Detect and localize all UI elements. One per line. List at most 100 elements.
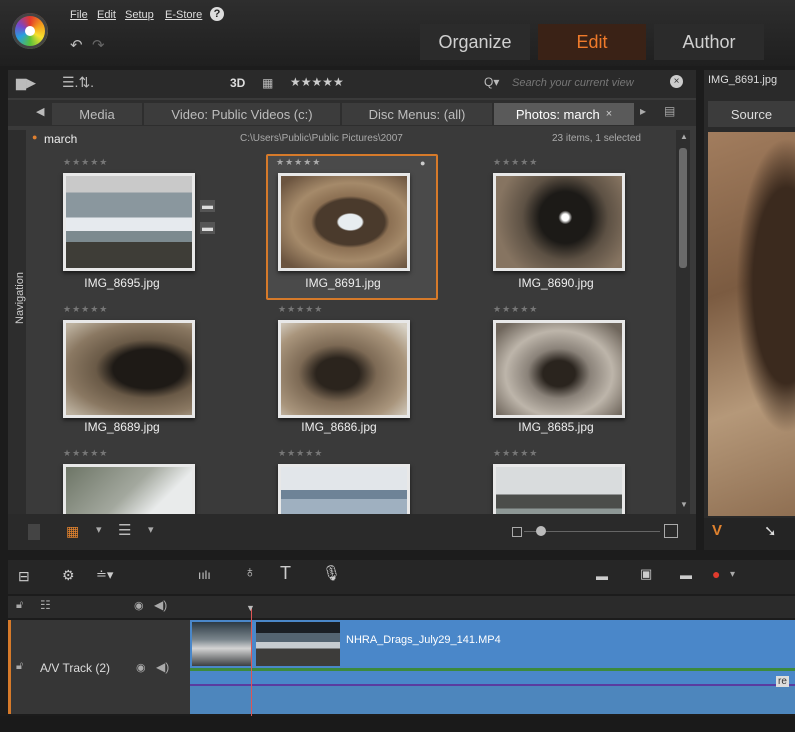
track-speaker-icon[interactable]: ◀) xyxy=(156,660,169,674)
photo-filename: IMG_8691.jpg xyxy=(305,276,381,290)
photo-filename: IMG_8685.jpg xyxy=(518,420,594,434)
rating-stars[interactable]: ★★★★★ xyxy=(276,157,321,168)
menu-setup[interactable]: Setup xyxy=(125,9,154,21)
timeline-ruler[interactable] xyxy=(8,596,795,618)
tab-menu-icon[interactable]: ▤ xyxy=(664,104,675,118)
photo-item[interactable]: ★★★★★ IMG_8685.jpg xyxy=(485,302,635,442)
snap-dropdown-icon[interactable]: ≐▾ xyxy=(96,567,113,583)
clear-search-icon[interactable]: × xyxy=(670,75,683,88)
bottom-strip xyxy=(0,716,795,732)
photo-thumbnail[interactable] xyxy=(63,320,195,418)
rating-stars[interactable]: ★★★★★ xyxy=(278,448,323,459)
title-text-icon[interactable]: T xyxy=(280,563,291,584)
photo-item[interactable]: ★★★★★ IMG_8690.jpg xyxy=(485,155,635,295)
photo-filename: IMG_8686.jpg xyxy=(301,420,377,434)
source-tab[interactable]: Source xyxy=(708,101,795,127)
redo-icon[interactable]: ↷ xyxy=(92,36,105,54)
zoom-small-icon[interactable] xyxy=(512,527,522,537)
photo-thumbnail[interactable] xyxy=(493,464,625,514)
grid-filter-icon[interactable]: ▦ xyxy=(262,76,273,90)
close-tab-icon[interactable]: × xyxy=(606,108,612,120)
library-browser-icon[interactable]: ▆▶ xyxy=(16,75,36,91)
photo-item[interactable]: ★★★★★ IMG_8686.jpg xyxy=(270,302,420,442)
collapse-panel-icon[interactable] xyxy=(28,524,40,540)
mark-in-icon[interactable]: V xyxy=(712,522,722,539)
info-icon[interactable]: ● xyxy=(420,158,425,168)
playhead[interactable] xyxy=(251,606,252,716)
marker-icon[interactable]: ♁ xyxy=(244,564,256,582)
library-scroll-thumb[interactable] xyxy=(679,148,687,268)
preview-image xyxy=(708,132,795,516)
voiceover-mic-icon[interactable]: 🎙︎ xyxy=(322,564,341,582)
clipboard-icon[interactable]: ▣ xyxy=(640,566,652,582)
tab-photos-march[interactable]: Photos: march × xyxy=(494,103,634,125)
scroll-down-icon[interactable]: ▼ xyxy=(680,500,688,509)
rating-stars[interactable]: ★★★★★ xyxy=(63,157,108,168)
rating-filter[interactable]: ★★★★★ xyxy=(290,75,344,89)
settings-gear-icon[interactable]: ⚙ xyxy=(62,567,75,584)
edit-tab[interactable]: Edit xyxy=(538,24,646,60)
photo-thumbnail[interactable] xyxy=(278,173,410,271)
photo-thumbnail[interactable] xyxy=(278,464,410,514)
photo-thumbnail[interactable] xyxy=(493,173,625,271)
photo-item[interactable]: ★★★★★ xyxy=(485,446,635,514)
speaker-icon[interactable]: ◀) xyxy=(154,598,167,612)
thumbnail-view-icon[interactable]: ▦ xyxy=(66,523,79,540)
menu-estore[interactable]: E-Store xyxy=(165,9,202,21)
rating-stars[interactable]: ★★★★★ xyxy=(278,304,323,315)
item-count: 23 items, 1 selected xyxy=(552,133,641,144)
tab-public-videos[interactable]: Video: Public Videos (c:) xyxy=(144,103,340,125)
photo-thumbnail[interactable] xyxy=(63,173,195,271)
zoom-slider-handle[interactable] xyxy=(536,526,546,536)
list-dropdown-icon[interactable]: ▾ xyxy=(148,523,154,536)
record-marker-icon[interactable]: ● xyxy=(712,566,720,582)
rating-stars[interactable]: ★★★★★ xyxy=(493,157,538,168)
rating-stars[interactable]: ★★★★★ xyxy=(63,304,108,315)
scroll-up-icon[interactable]: ▲ xyxy=(680,132,688,141)
track-lock-icon[interactable]: 🔓︎ xyxy=(16,660,23,673)
organize-tab[interactable]: Organize xyxy=(420,24,530,60)
photo-thumbnail[interactable] xyxy=(63,464,195,514)
menu-edit[interactable]: Edit xyxy=(97,9,116,21)
rating-stars[interactable]: ★★★★★ xyxy=(493,448,538,459)
track-list-icon[interactable]: ☷ xyxy=(40,598,51,612)
camera-icon[interactable]: ▬ xyxy=(680,568,692,582)
edit-film-icon[interactable]: ▬ xyxy=(596,569,608,583)
audio-mixer-icon[interactable]: ıılı xyxy=(198,568,211,582)
app-logo-icon[interactable] xyxy=(12,13,48,49)
search-input[interactable]: Search your current view xyxy=(512,77,634,89)
tab-back-icon[interactable]: ◀ xyxy=(36,105,44,118)
playhead-handle-icon[interactable]: ▼ xyxy=(246,603,255,613)
stack-icon[interactable]: ▬ xyxy=(200,222,215,234)
folder-icon[interactable]: ▬ xyxy=(200,200,215,212)
photo-item[interactable]: ★★★★★ xyxy=(55,446,205,514)
photo-item[interactable]: ★★★★★ xyxy=(270,446,420,514)
view-3d-toggle[interactable]: 3D xyxy=(230,76,245,90)
help-icon[interactable]: ? xyxy=(210,7,224,21)
author-tab[interactable]: Author xyxy=(654,24,764,60)
undo-icon[interactable]: ↶ xyxy=(70,36,83,54)
photo-thumbnail[interactable] xyxy=(278,320,410,418)
photo-thumbnail[interactable] xyxy=(493,320,625,418)
photo-item[interactable]: ★★★★★ IMG_8689.jpg xyxy=(55,302,205,442)
zoom-large-icon[interactable] xyxy=(664,524,678,538)
rating-stars[interactable]: ★★★★★ xyxy=(63,448,108,459)
storyboard-icon[interactable]: ⊟ xyxy=(18,568,30,585)
lock-icon[interactable]: 🔓︎ xyxy=(16,599,23,612)
tab-add-icon[interactable]: ▸ xyxy=(640,104,646,118)
track-visibility-icon[interactable]: ◉ xyxy=(136,661,146,674)
menu-file[interactable]: File xyxy=(70,9,88,21)
view-dropdown-icon[interactable]: ▾ xyxy=(96,523,102,536)
tab-disc-menus[interactable]: Disc Menus: (all) xyxy=(342,103,492,125)
photo-item[interactable]: ★★★★★ IMG_8695.jpg xyxy=(55,155,205,295)
record-dropdown-icon[interactable]: ▾ xyxy=(730,569,735,580)
search-icon[interactable]: Q▾ xyxy=(484,75,499,89)
navigation-label: Navigation xyxy=(13,272,26,324)
list-sort-icon[interactable]: ☰.⇅. xyxy=(62,74,94,91)
tab-media[interactable]: Media xyxy=(52,103,142,125)
rating-stars[interactable]: ★★★★★ xyxy=(493,304,538,315)
visibility-icon[interactable]: ◉ xyxy=(134,599,144,612)
photo-item-selected[interactable]: ★★★★★ ● IMG_8691.jpg xyxy=(268,155,425,295)
pointer-tool-icon[interactable]: ➘ xyxy=(764,522,777,540)
list-view-icon[interactable]: ☰ xyxy=(118,521,131,539)
